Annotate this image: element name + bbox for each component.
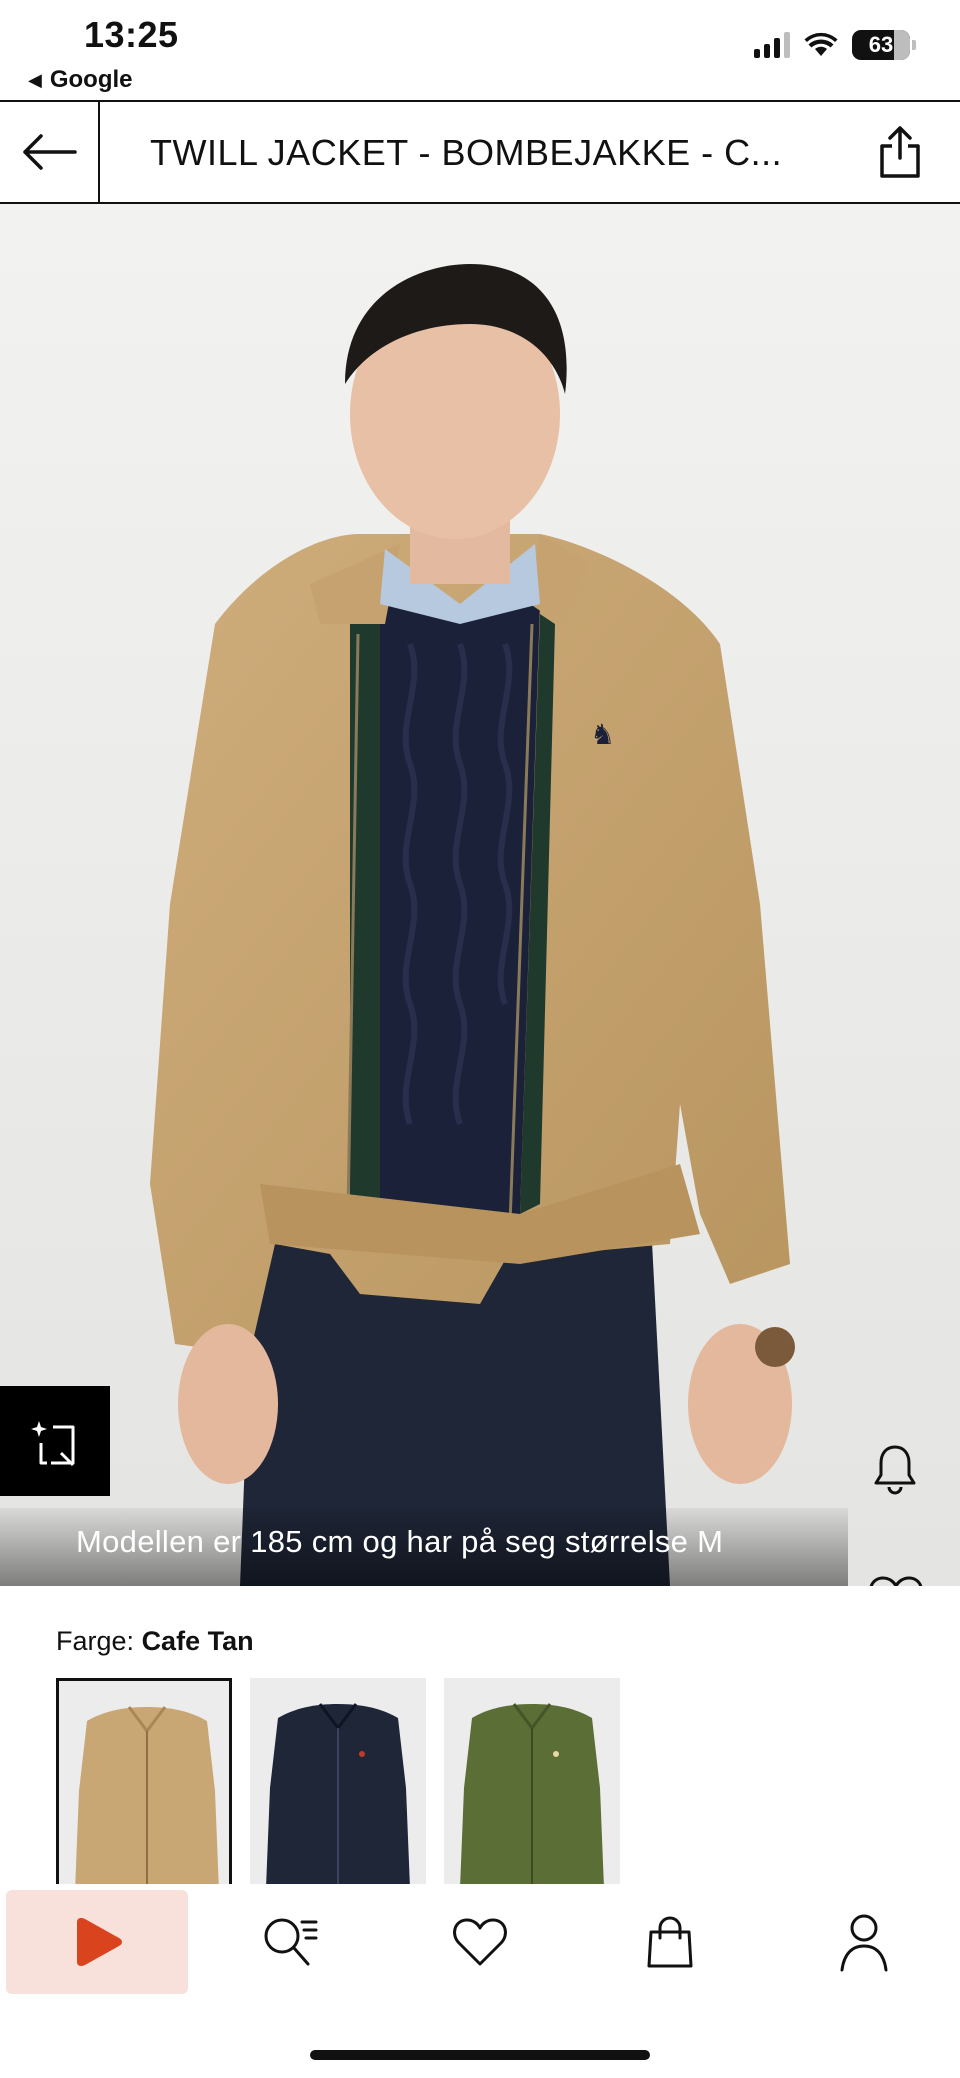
arrow-left-icon <box>23 134 77 170</box>
nav-play[interactable] <box>6 1890 188 1994</box>
nav-profile[interactable] <box>814 1890 914 1994</box>
jacket-thumbnail <box>460 1703 604 1888</box>
heart-icon <box>869 1576 923 1586</box>
jacket-thumbnail <box>266 1703 410 1888</box>
nav-bag[interactable] <box>620 1890 720 1994</box>
status-bar: 13:25 ◀ Google 63 <box>0 0 960 100</box>
back-button[interactable] <box>0 102 100 202</box>
page-title: TWILL JACKET - BOMBEJAKKE - C... <box>150 132 783 173</box>
home-indicator[interactable] <box>310 2050 650 2060</box>
color-label: Farge: Cafe Tan <box>56 1626 254 1657</box>
color-swatches <box>56 1678 620 1888</box>
profile-icon <box>840 1914 888 1972</box>
jacket-thumbnail <box>75 1706 219 1885</box>
back-to-app-link[interactable]: ◀ Google <box>28 66 133 94</box>
price-alert-button[interactable] <box>862 1436 928 1502</box>
color-swatch-navy[interactable] <box>250 1678 426 1888</box>
color-swatch-green[interactable] <box>444 1678 620 1888</box>
status-indicators: 63 <box>754 30 916 60</box>
color-swatch-cafe-tan[interactable] <box>56 1678 232 1888</box>
shopping-bag-icon <box>647 1916 693 1968</box>
nav-wishlist[interactable] <box>430 1890 530 1994</box>
back-triangle-icon: ◀ <box>28 69 42 90</box>
svg-text:♞: ♞ <box>590 718 615 751</box>
model-info-caption: Modellen er 185 cm og har på seg størrel… <box>0 1508 848 1586</box>
color-label-prefix: Farge: <box>56 1626 135 1656</box>
wishlist-button[interactable] <box>848 1552 944 1586</box>
play-icon <box>77 1918 122 1966</box>
share-button[interactable] <box>870 122 930 182</box>
cellular-signal-icon <box>754 32 790 58</box>
status-time: 13:25 <box>84 14 179 55</box>
nav-search[interactable] <box>240 1890 340 1994</box>
bottom-navigation <box>0 1884 960 2078</box>
battery-icon: 63 <box>852 30 910 60</box>
wifi-icon <box>804 32 838 56</box>
heart-icon <box>453 1918 507 1966</box>
back-app-label: Google <box>49 66 133 93</box>
selected-color-name: Cafe Tan <box>141 1626 254 1656</box>
search-list-icon <box>264 1918 318 1966</box>
battery-level: 63 <box>868 32 894 57</box>
share-icon <box>880 126 920 178</box>
visual-search-button[interactable] <box>0 1386 110 1496</box>
product-header: TWILL JACKET - BOMBEJAKKE - C... <box>0 100 960 204</box>
model-info-text: Modellen er 185 cm og har på seg størrel… <box>76 1524 724 1559</box>
bell-icon <box>874 1445 916 1495</box>
visual-search-icon <box>31 1421 75 1467</box>
product-photo: ♞ <box>0 204 960 1586</box>
product-image[interactable]: ♞ <box>0 204 960 1586</box>
